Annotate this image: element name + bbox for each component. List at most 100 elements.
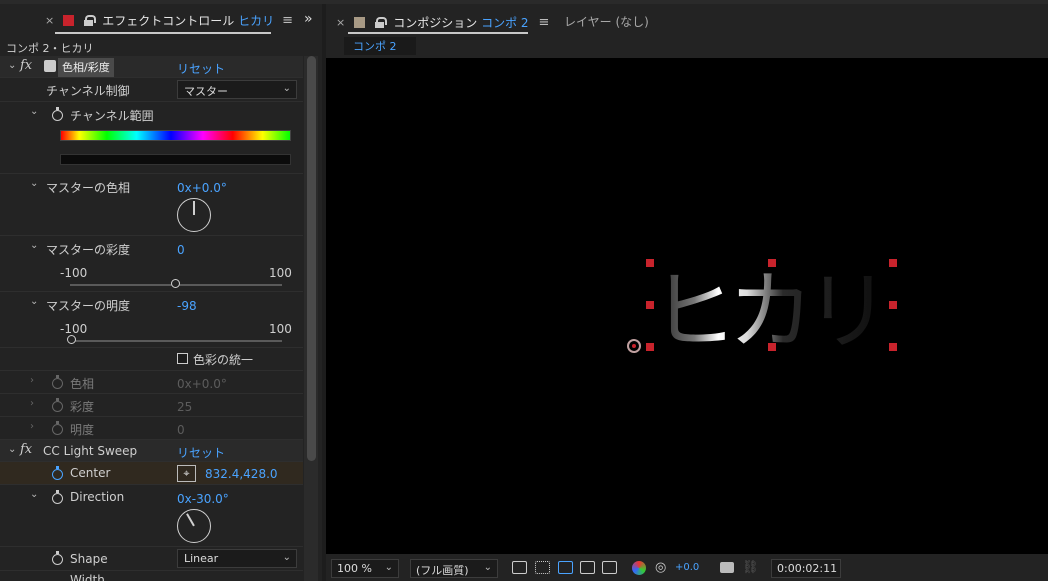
reset-link[interactable]: リセット	[177, 60, 225, 77]
collapse-chevron-icon[interactable]: ⌄	[8, 60, 16, 71]
stopwatch-icon[interactable]	[52, 107, 63, 121]
channel-control-dropdown[interactable]: マスター ⌄	[177, 80, 297, 99]
anchor-point-icon[interactable]	[627, 339, 641, 353]
expand-chevron-icon[interactable]: ›	[30, 398, 34, 409]
guides-icon[interactable]	[602, 561, 617, 574]
fx-toggle-icon[interactable]: fx	[20, 58, 32, 73]
mask-visibility-icon[interactable]	[558, 561, 573, 574]
stopwatch-icon[interactable]	[52, 466, 63, 480]
dial-needle	[186, 513, 195, 527]
direction-dial[interactable]	[177, 509, 211, 543]
effect-controls-panel: × エフェクトコントロール ヒカリ ≡ » コンポ 2・ヒカリ ⌄ fx 色相/…	[0, 4, 322, 581]
lightness-slider-knob[interactable]	[67, 335, 77, 344]
saturation-slider-knob[interactable]	[171, 279, 180, 288]
bounding-box-handle[interactable]	[646, 259, 654, 267]
panel-scrollbar[interactable]	[304, 56, 318, 581]
expand-chevron-icon[interactable]: ›	[30, 421, 34, 432]
tab-title-layer: ヒカリ	[238, 13, 275, 28]
active-tab-underline	[55, 32, 271, 34]
channel-range-row: ⌄ チャンネル範囲	[0, 102, 303, 174]
slider-min-label: -100	[60, 266, 88, 280]
layer-path: コンポ 2・ヒカリ	[6, 42, 94, 55]
close-tab-icon[interactable]: ×	[336, 16, 345, 29]
bounding-box-handle[interactable]	[889, 301, 897, 309]
expand-chevron-icon[interactable]: ⌄	[30, 489, 38, 500]
bounding-box-handle[interactable]	[768, 259, 776, 267]
snapshot-camera-icon[interactable]	[720, 562, 734, 573]
close-tab-icon[interactable]: ×	[45, 14, 54, 27]
timecode-display[interactable]: 0:00:02:11	[771, 559, 841, 578]
stopwatch-icon	[52, 421, 63, 435]
channel-range-label: チャンネル範囲	[70, 109, 154, 123]
effect-controls-tabbar: × エフェクトコントロール ヒカリ ≡ »	[0, 4, 322, 36]
stopwatch-icon[interactable]	[52, 490, 63, 504]
bounding-box-handle[interactable]	[646, 343, 654, 351]
exposure-value[interactable]: +0.0	[675, 562, 699, 573]
effect-name[interactable]: CC Light Sweep	[43, 444, 137, 458]
fx-toggle-icon[interactable]: fx	[20, 442, 32, 457]
center-value[interactable]: 832.4,428.0	[205, 467, 278, 481]
expand-chevron-icon[interactable]: ⌄	[30, 240, 38, 251]
tab-title: エフェクトコントロール ヒカリ	[102, 12, 274, 29]
master-hue-dial[interactable]	[177, 198, 211, 232]
master-saturation-row: ⌄ マスターの彩度 0 -100 100	[0, 236, 303, 292]
bounding-box-handle[interactable]	[889, 343, 897, 351]
color-channels-icon[interactable]	[632, 561, 646, 575]
hue-spectrum-bar	[60, 130, 291, 141]
resolution-dropdown[interactable]: (フル画質) ⌄	[410, 559, 498, 578]
direction-value[interactable]: 0x-30.0°	[177, 492, 229, 506]
collapse-panels-icon[interactable]: »	[304, 11, 313, 27]
bounding-box-handle[interactable]	[889, 259, 897, 267]
reset-link[interactable]: リセット	[177, 444, 225, 461]
master-lightness-value[interactable]: -98	[177, 299, 197, 313]
lock-icon[interactable]	[375, 16, 388, 28]
expand-chevron-icon[interactable]: ›	[30, 375, 34, 386]
width-label: Width	[70, 573, 105, 581]
effect-name[interactable]: 色相/彩度	[58, 58, 114, 77]
effect-controls-tab[interactable]: × エフェクトコントロール ヒカリ ≡	[45, 6, 293, 34]
master-hue-label: マスターの色相	[46, 181, 131, 195]
shape-dropdown[interactable]: Linear ⌄	[177, 549, 297, 568]
colorize-row: 色彩の統一	[0, 348, 303, 371]
lock-icon[interactable]	[84, 14, 97, 26]
expand-chevron-icon[interactable]: ⌄	[30, 106, 38, 117]
master-saturation-label: マスターの彩度	[46, 243, 131, 257]
colorize-lightness-label: 明度	[70, 423, 95, 437]
collapse-chevron-icon[interactable]: ⌄	[8, 444, 16, 455]
center-row: Center ⌖ 832.4,428.0	[0, 462, 303, 485]
expand-chevron-icon[interactable]: ⌄	[30, 178, 38, 189]
chevron-down-icon: ⌄	[282, 83, 291, 94]
panel-menu-icon[interactable]: ≡	[539, 15, 550, 30]
stopwatch-icon[interactable]	[52, 551, 63, 565]
after-effects-window: × エフェクトコントロール ヒカリ ≡ » コンポ 2・ヒカリ ⌄ fx 色相/…	[0, 0, 1048, 581]
colorize-checkbox[interactable]	[177, 353, 188, 364]
layer-tab[interactable]: レイヤー (なし)	[564, 13, 649, 30]
output-range-bar	[60, 154, 291, 165]
effect-header-hue-saturation[interactable]: ⌄ fx 色相/彩度 リセット	[0, 56, 303, 78]
tab-title: コンポジション コンポ 2	[393, 14, 528, 31]
effect-header-cc-light-sweep[interactable]: ⌄ fx CC Light Sweep リセット	[0, 440, 303, 462]
exposure-reset-icon[interactable]: ◎	[655, 560, 666, 575]
show-snapshot-icon: ⛓	[742, 560, 759, 575]
fast-preview-icon[interactable]	[512, 561, 527, 574]
transparency-grid-icon[interactable]	[535, 561, 550, 574]
comp-subtab[interactable]: コンポ 2	[344, 37, 416, 55]
master-hue-value[interactable]: 0x+0.0°	[177, 181, 227, 195]
master-lightness-row: ⌄ マスターの明度 -98 -100 100	[0, 292, 303, 348]
center-label: Center	[70, 466, 111, 480]
panel-menu-icon[interactable]: ≡	[282, 13, 293, 28]
resolution-value: (フル画質)	[416, 564, 469, 577]
composition-viewer[interactable]: ヒカリ	[326, 58, 1048, 554]
bounding-box-handle[interactable]	[646, 301, 654, 309]
bounding-box-handle[interactable]	[768, 343, 776, 351]
crosshair-target-icon[interactable]: ⌖	[177, 465, 196, 482]
region-of-interest-icon[interactable]	[580, 561, 595, 574]
label-color-swatch[interactable]	[63, 14, 75, 26]
scrollbar-thumb[interactable]	[307, 56, 316, 461]
master-saturation-value[interactable]: 0	[177, 243, 185, 257]
chevron-down-icon: ⌄	[384, 562, 393, 573]
expand-chevron-icon[interactable]: ⌄	[30, 296, 38, 307]
zoom-dropdown[interactable]: 100 % ⌄	[331, 559, 399, 578]
label-color-swatch[interactable]	[354, 16, 366, 28]
lightness-slider-track[interactable]	[70, 340, 282, 342]
